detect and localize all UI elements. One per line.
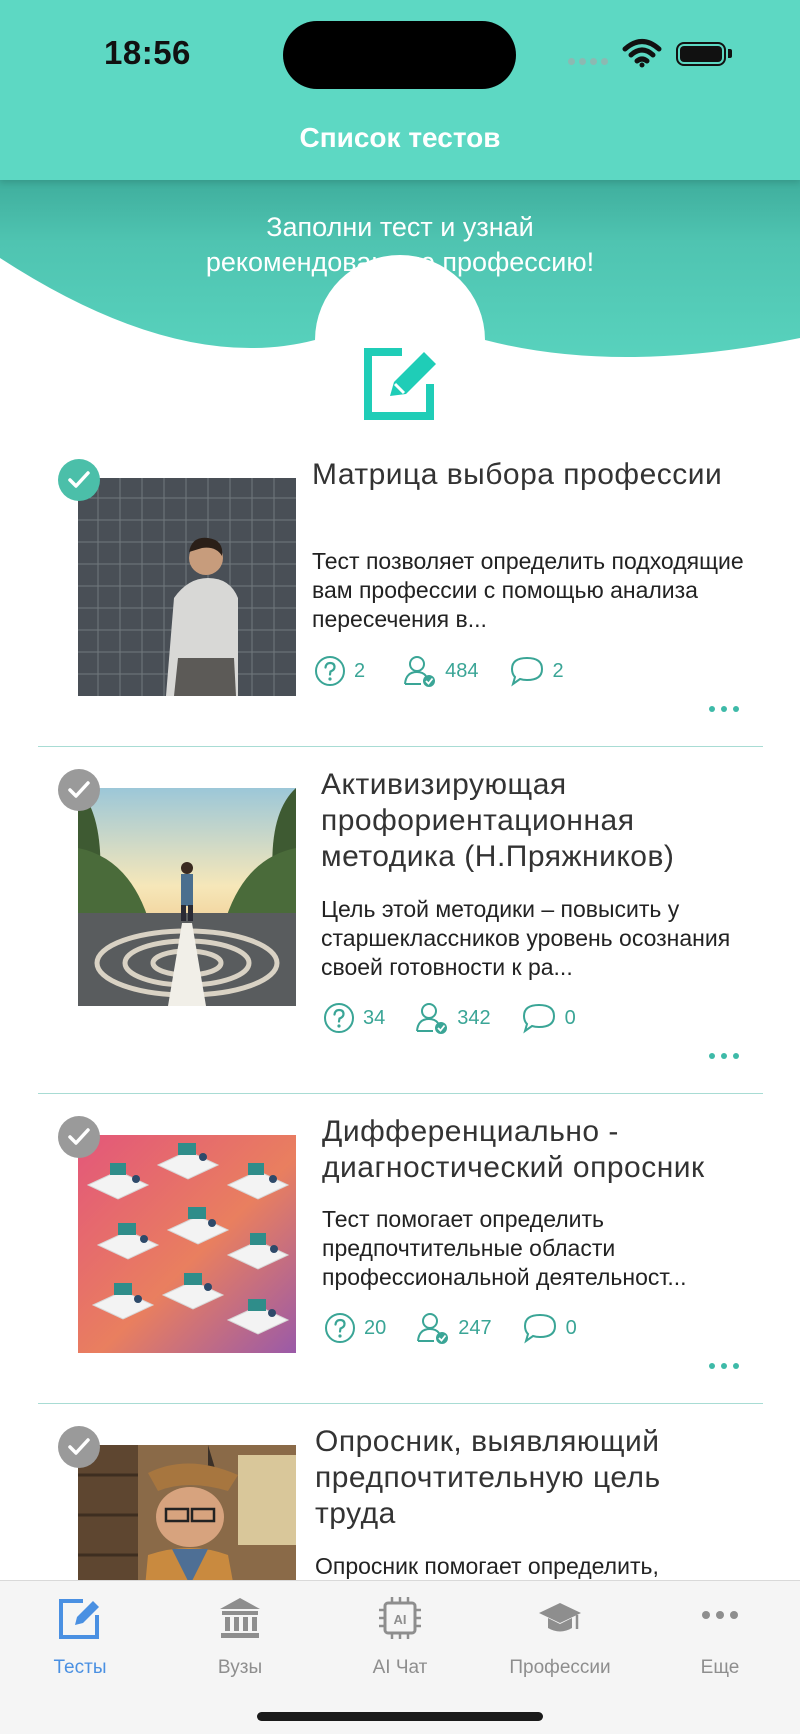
participants-value: 342 [457, 1006, 491, 1029]
test-stats: 2 484 2 [314, 654, 594, 688]
question-circle-icon [325, 1313, 355, 1343]
graduation-cap-icon [539, 1603, 581, 1632]
wifi-icon [622, 39, 662, 68]
banner-line-1: Заполни тест и узнай [266, 212, 534, 242]
tab-label: AI Чат [372, 1657, 428, 1678]
comments-value: 2 [552, 659, 564, 682]
comment-icon [522, 1003, 555, 1034]
edit-icon [364, 348, 436, 420]
svg-text:AI: AI [394, 1612, 407, 1627]
signal-dot [579, 58, 586, 65]
test-title[interactable]: Дифференциально - диагностический опросн… [322, 1114, 752, 1186]
comments-value: 0 [564, 1006, 576, 1029]
divider [38, 1093, 763, 1094]
test-image-activation-method[interactable] [78, 788, 296, 1006]
signal-dot [590, 58, 597, 65]
tab-tests[interactable]: Тесты [0, 1595, 160, 1685]
participants-value: 247 [458, 1316, 492, 1339]
comment-icon [510, 656, 543, 687]
tab-label: Тесты [53, 1657, 107, 1678]
questions-value: 20 [364, 1316, 387, 1339]
status-icons [566, 38, 732, 68]
not-completed-check-icon [58, 769, 100, 811]
user-check-icon [404, 656, 436, 687]
university-icon [220, 1598, 260, 1638]
divider [38, 1403, 763, 1404]
not-completed-check-icon [58, 1116, 100, 1158]
question-circle-icon [315, 656, 345, 686]
test-stats: 20 247 0 [324, 1311, 607, 1345]
tab-professions[interactable]: Профессии [480, 1595, 640, 1685]
dynamic-island [283, 21, 516, 89]
tab-label: Вузы [217, 1657, 263, 1678]
more-options-button[interactable] [709, 1051, 745, 1061]
test-description: Тест помогает определить предпочтительны… [322, 1206, 687, 1290]
comments-value: 0 [565, 1316, 577, 1339]
test-image-differential-questionnaire[interactable] [78, 1135, 296, 1353]
page-title: Список тестов [299, 122, 501, 153]
test-title[interactable]: Матрица выбора профессии [312, 457, 742, 493]
battery-tip [728, 49, 732, 58]
not-completed-check-icon [58, 1426, 100, 1468]
edit-icon [59, 1599, 99, 1639]
comments-count: 0 [521, 1002, 576, 1034]
test-image-career-matrix[interactable] [78, 478, 296, 696]
test-title[interactable]: Активизирующая профориентационная методи… [321, 767, 751, 875]
test-description: Опросник помогает определить, [315, 1553, 659, 1579]
question-circle-icon [324, 1003, 354, 1033]
test-description: Цель этой методики – повысить у старшекл… [321, 896, 731, 980]
questions-count: 20 [324, 1312, 386, 1344]
questions-value: 34 [363, 1006, 386, 1029]
test-description: Тест позволяет определить подходящие вам… [312, 548, 744, 632]
more-icon [702, 1611, 738, 1619]
more-options-button[interactable] [709, 1361, 745, 1371]
comment-icon [523, 1313, 556, 1344]
status-time: 18:56 [104, 34, 191, 71]
completed-check-icon [58, 459, 100, 501]
comments-count: 2 [509, 655, 564, 687]
more-options-button[interactable] [709, 704, 745, 714]
battery-icon [676, 42, 726, 66]
tab-more[interactable]: Еще [640, 1595, 800, 1685]
signal-dot [601, 58, 608, 65]
tab-label: Профессии [509, 1657, 611, 1678]
user-check-icon [417, 1313, 449, 1344]
divider [38, 746, 763, 747]
participants-count: 247 [416, 1311, 492, 1345]
tab-label: Еще [700, 1657, 740, 1678]
comments-count: 0 [522, 1312, 577, 1344]
participants-count: 342 [415, 1001, 491, 1035]
ai-chip-icon: AI [379, 1597, 421, 1639]
banner-text: Заполни тест и узнай рекомендованную про… [0, 210, 800, 280]
questions-count: 34 [323, 1002, 385, 1034]
header: 18:56 Список тестов [0, 0, 800, 180]
test-title[interactable]: Опросник, выявляющий предпочтительную це… [315, 1424, 745, 1532]
user-check-icon [416, 1003, 448, 1034]
participants-value: 484 [445, 659, 479, 682]
test-image-work-goal[interactable] [78, 1445, 296, 1580]
signal-icon [568, 58, 575, 65]
tab-bar: Тесты Вузы AI AI Чат Профессии Еще [0, 1580, 800, 1734]
test-stats: 34 342 0 [323, 1001, 606, 1035]
tab-ai-chat[interactable]: AI AI Чат [320, 1595, 480, 1685]
home-indicator [257, 1712, 543, 1721]
participants-count: 484 [403, 654, 479, 688]
banner-line-2: рекомендованную профессию! [205, 247, 595, 277]
questions-count: 2 [314, 655, 365, 687]
questions-value: 2 [354, 659, 366, 682]
tab-universities[interactable]: Вузы [160, 1595, 320, 1685]
